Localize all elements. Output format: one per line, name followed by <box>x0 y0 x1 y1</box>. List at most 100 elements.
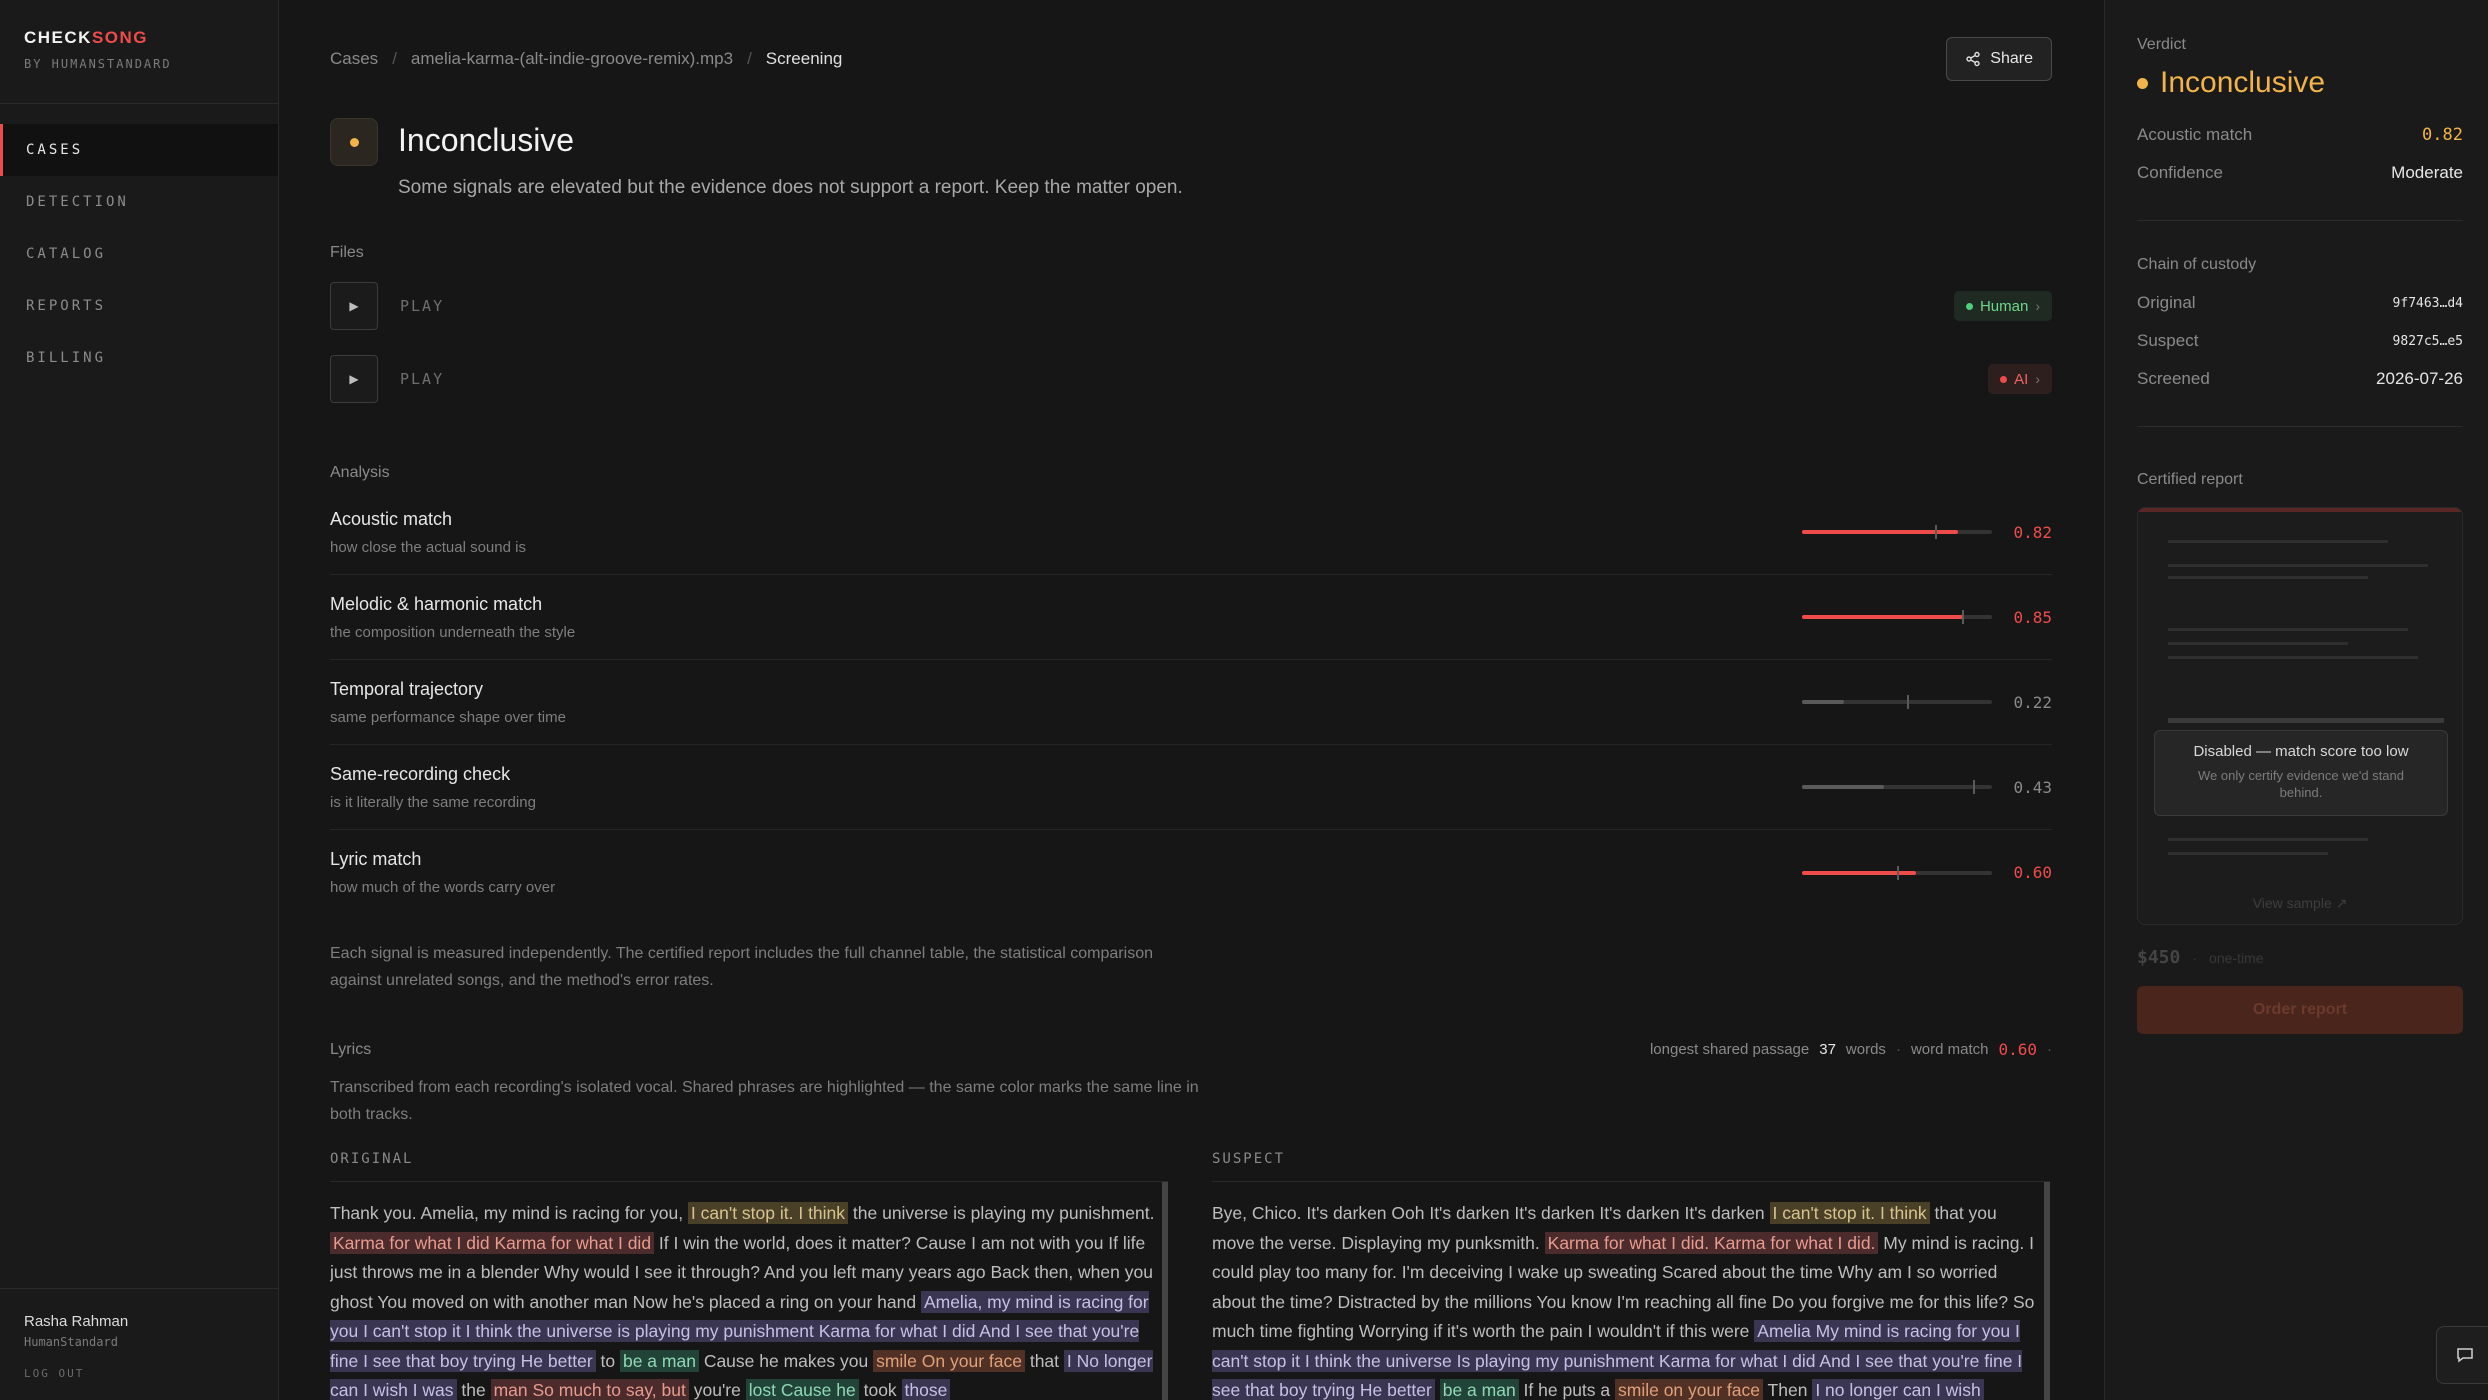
shared-phrase: I no longer can I wish <box>1812 1379 1984 1400</box>
chat-button[interactable] <box>2436 1326 2488 1384</box>
status-dot <box>2000 375 2008 383</box>
metric-description: same performance shape over time <box>330 708 566 726</box>
verdict-label: Verdict <box>2137 36 2186 53</box>
shared-phrase: smile on your face <box>1615 1379 1764 1400</box>
confidence-row: Confidence Moderate <box>2137 163 2463 182</box>
metric-bar <box>1802 525 1992 539</box>
metric-row: Same-recording check is it literally the … <box>330 745 2052 830</box>
shared-phrase: man So much to say, but <box>490 1379 689 1400</box>
shared-phrase: lost Cause he <box>745 1379 859 1400</box>
shared-phrase: those <box>901 1379 951 1400</box>
lyric-text: the <box>456 1380 491 1400</box>
lyric-text: Thank you. Amelia, my mind is racing for… <box>330 1203 688 1223</box>
verdict-status-icon <box>330 118 378 166</box>
order-report-button[interactable]: Order report <box>2137 986 2463 1034</box>
lyric-text: the universe is playing my punishment. <box>848 1203 1155 1223</box>
chevron-right-icon: › <box>2035 371 2040 387</box>
metric-bar <box>1802 780 1992 794</box>
metric-bar <box>1802 865 1992 880</box>
metric-name: Same-recording check <box>330 763 511 784</box>
metric-name: Temporal trajectory <box>330 678 484 699</box>
metric-threshold-mark <box>1935 525 1937 539</box>
certified-report-label: Certified report <box>2137 471 2243 488</box>
logout-link[interactable]: LOG OUT <box>24 1367 255 1380</box>
shared-phrase: be a man <box>1439 1379 1519 1400</box>
metric-threshold-mark <box>1897 865 1899 880</box>
files-label: Files <box>330 244 364 261</box>
analysis-section: Analysis Acoustic match how close the act… <box>330 464 2052 915</box>
verdict-header: Inconclusive Some signals are elevated b… <box>330 118 1183 199</box>
view-sample-link[interactable]: View sample ↗ <box>2138 895 2462 912</box>
disabled-notice: Disabled — match score too low We only c… <box>2154 730 2448 816</box>
price-row: $450 · one-time <box>2137 947 2264 968</box>
lyric-text: to <box>595 1350 620 1371</box>
sidebar-item-detection[interactable]: DETECTION <box>0 176 278 228</box>
share-label: Share <box>1990 50 2033 67</box>
play-icon: ▶ <box>349 372 359 386</box>
metric-threshold-mark <box>1961 610 1964 624</box>
play-label: PLAY <box>400 297 445 315</box>
brand-logo: CHECKSONG <box>24 28 149 47</box>
play-button[interactable]: ▶ <box>330 282 378 330</box>
shared-phrase: I can't stop it. I think <box>687 1202 849 1224</box>
breadcrumb-file[interactable]: amelia-karma-(alt-indie-groove-remix).mp… <box>411 49 733 69</box>
sidebar-item-catalog[interactable]: CATALOG <box>0 228 278 280</box>
shared-passage-count: 37 <box>1819 1041 1836 1058</box>
status-dot <box>2137 77 2148 89</box>
lyric-text: If he puts a <box>1518 1380 1615 1400</box>
metric-value: 0.85 <box>2013 607 2052 627</box>
metric-bar-fill <box>1802 785 1884 789</box>
lyrics-header: Lyrics longest shared passage 37 words ·… <box>330 1040 2052 1059</box>
sidebar-item-reports[interactable]: REPORTS <box>0 280 278 332</box>
human-badge[interactable]: Human › <box>1953 291 2052 321</box>
ai-badge[interactable]: AI › <box>1988 364 2052 394</box>
brand[interactable]: CHECKSONG BY HUMANSTANDARD <box>0 0 278 104</box>
metric-value: 0.60 <box>2013 863 2052 882</box>
scrollbar[interactable] <box>2044 1182 2050 1400</box>
metric-row: Acoustic match how close the actual sound… <box>330 490 2052 575</box>
suspect-lyrics[interactable]: Bye, Chico. It's darken Ooh It's darken … <box>1212 1181 2050 1400</box>
share-button[interactable]: Share <box>1946 37 2052 81</box>
report-preview: Disabled — match score too low We only c… <box>2137 507 2463 925</box>
lyric-text: took <box>858 1380 902 1400</box>
suspect-label: SUSPECT <box>1212 1151 1286 1167</box>
word-match-value: 0.60 <box>1998 1040 2037 1059</box>
lyric-text: Cause he makes you <box>698 1350 874 1371</box>
breadcrumb: Cases / amelia-karma-(alt-indie-groove-r… <box>330 49 842 69</box>
lyrics-stats: longest shared passage 37 words · word m… <box>1649 1040 2052 1059</box>
files-section: Files ▶ PLAY Human › ▶ PLAY AI › <box>330 244 2052 403</box>
play-button[interactable]: ▶ <box>330 355 378 403</box>
lyric-text: that <box>1024 1350 1064 1371</box>
sidebar-item-cases[interactable]: CASES <box>0 124 278 176</box>
metric-threshold-mark <box>1973 780 1975 794</box>
shared-phrase: Karma for what I did Karma for what I di… <box>330 1231 655 1254</box>
lyric-text: Then <box>1763 1380 1813 1400</box>
metric-name: Melodic & harmonic match <box>330 593 543 614</box>
lyrics-label: Lyrics <box>330 1040 372 1058</box>
user-name: Rasha Rahman <box>24 1313 129 1330</box>
metric-description: is it literally the same recording <box>330 793 536 811</box>
screened-row: Screened 2026-07-26 <box>2137 369 2463 388</box>
original-lyrics[interactable]: Thank you. Amelia, my mind is racing for… <box>330 1181 1168 1400</box>
sidebar-item-billing[interactable]: BILLING <box>0 332 278 384</box>
analysis-note: Each signal is measured independently. T… <box>330 945 1153 989</box>
metric-value: 0.43 <box>2013 777 2052 797</box>
metric-row: Lyric match how much of the words carry o… <box>330 830 2052 915</box>
original-hash-row: Original 9f7463…d4 <box>2137 293 2463 312</box>
verdict-panel: Verdict Inconclusive Acoustic match 0.82 … <box>2104 0 2488 1400</box>
metric-description: how close the actual sound is <box>330 538 526 556</box>
file-row-suspect: ▶ PLAY AI › <box>330 355 2052 403</box>
metric-value: 0.82 <box>2013 522 2052 542</box>
breadcrumb-current: Screening <box>765 49 843 68</box>
shared-phrase: I can't stop it. I think <box>1769 1202 1930 1224</box>
metric-bar-fill <box>1802 615 1964 619</box>
breadcrumb-cases[interactable]: Cases <box>330 49 378 69</box>
analysis-label: Analysis <box>330 464 390 481</box>
page-title: Inconclusive <box>398 122 575 158</box>
topbar: Cases / amelia-karma-(alt-indie-groove-r… <box>330 36 2052 82</box>
scrollbar[interactable] <box>1162 1182 1168 1400</box>
brand-subtitle: BY HUMANSTANDARD <box>24 57 172 71</box>
shared-phrase: smile On your face <box>873 1349 1025 1372</box>
suspect-hash-row: Suspect 9827c5…e5 <box>2137 331 2463 350</box>
metric-threshold-mark <box>1906 695 1909 709</box>
